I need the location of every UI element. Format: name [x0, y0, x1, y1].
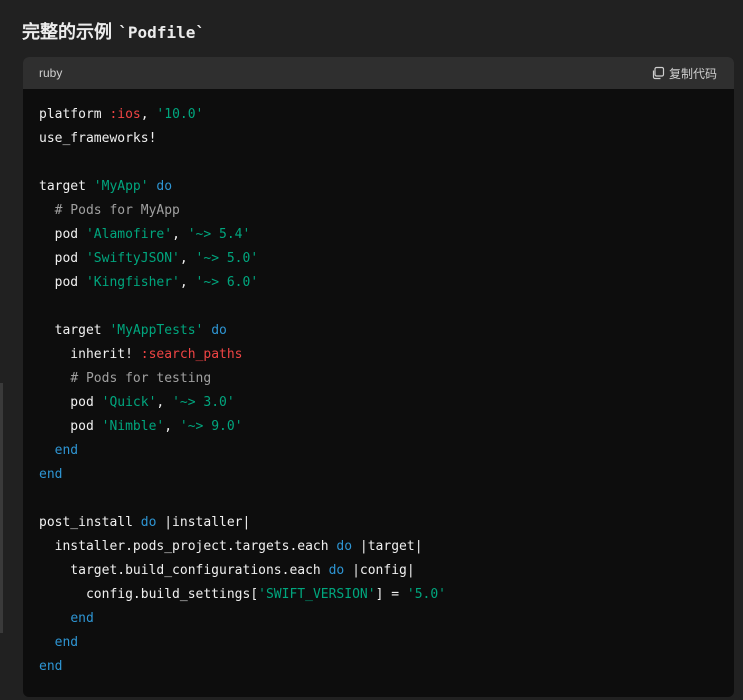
code-token-str: 'Quick' [101, 395, 157, 410]
code-line: end [39, 655, 718, 679]
code-token-plain: installer.pods_project.targets.each [39, 539, 337, 554]
code-line: end [39, 607, 718, 631]
code-line: pod 'SwiftyJSON', '~> 5.0' [39, 247, 718, 271]
code-token-plain: |target| [352, 539, 423, 554]
code-line: end [39, 631, 718, 655]
code-token-kw: do [156, 179, 173, 194]
code-token-plain: pod [39, 251, 86, 266]
code-token-sym: :ios [109, 107, 141, 122]
code-token-plain: config.build_settings[ [39, 587, 259, 602]
code-token-comment: # Pods for MyApp [54, 203, 180, 218]
code-token-kw: do [336, 539, 353, 554]
code-token-plain: use_frameworks! [39, 131, 157, 146]
code-token-plain: ] = [375, 587, 407, 602]
code-token-plain: |config| [344, 563, 415, 578]
code-token-str: '~> 5.4' [187, 227, 251, 242]
code-line: ​ [39, 151, 718, 175]
code-token-str: 'SwiftyJSON' [85, 251, 180, 266]
code-token-plain: , [156, 395, 173, 410]
code-token-plain: pod [39, 395, 102, 410]
heading-code-word: `Podfile` [118, 23, 205, 42]
code-token-plain: target.build_configurations.each [39, 563, 329, 578]
chat-message-page: 完整的示例 `Podfile` ruby 复制代码 platform :ios,… [0, 0, 743, 700]
code-block-header: ruby 复制代码 [23, 57, 734, 89]
code-token-kw: end [39, 467, 63, 482]
copy-code-button[interactable]: 复制代码 [651, 65, 717, 82]
code-line: installer.pods_project.targets.each do |… [39, 535, 718, 559]
code-token-str: 'MyApp' [93, 179, 149, 194]
code-token-str: 'Alamofire' [85, 227, 173, 242]
code-line: pod 'Nimble', '~> 9.0' [39, 415, 718, 439]
code-token-plain: , [179, 251, 196, 266]
sidebar-edge [0, 383, 3, 633]
code-token-str: '~> 5.0' [195, 251, 259, 266]
code-token-sym: :search_paths [140, 347, 243, 362]
code-token-kw: end [54, 443, 79, 458]
code-token-str: '~> 9.0' [179, 419, 243, 434]
code-token-plain: pod [39, 419, 102, 434]
code-token-kw: end [54, 635, 79, 650]
code-token-plain: target [39, 179, 94, 194]
code-token-str: '~> 6.0' [195, 275, 259, 290]
copy-icon [651, 66, 665, 80]
code-line: end [39, 439, 718, 463]
code-token-plain: , [164, 419, 180, 434]
section-heading: 完整的示例 `Podfile` [22, 19, 205, 47]
code-token-plain: , [140, 107, 157, 122]
code-token-str: 'Nimble' [101, 419, 165, 434]
code-line: end [39, 463, 718, 487]
code-language-label: ruby [39, 66, 63, 80]
copy-code-label: 复制代码 [668, 66, 717, 81]
code-token-plain: , [172, 227, 188, 242]
code-token-str: 'Kingfisher' [85, 275, 180, 290]
code-line: platform :ios, '10.0' [39, 103, 718, 127]
code-token-str: '~> 3.0' [172, 395, 235, 410]
code-token-kw: do [140, 515, 157, 530]
code-token-kw: end [39, 659, 63, 674]
code-line: target 'MyApp' do [39, 175, 718, 199]
code-token-plain: |installer| [156, 515, 251, 530]
code-line: pod 'Kingfisher', '~> 6.0' [39, 271, 718, 295]
code-line: # Pods for MyApp [39, 199, 718, 223]
code-token-kw: do [211, 323, 227, 338]
code-line: pod 'Alamofire', '~> 5.4' [39, 223, 718, 247]
code-line: target 'MyAppTests' do [39, 319, 718, 343]
code-token-str: '10.0' [156, 107, 204, 122]
code-token-plain: platform [39, 107, 110, 122]
code-token-plain: post_install [39, 515, 141, 530]
code-content[interactable]: platform :ios, '10.0'use_frameworks!​tar… [23, 89, 734, 679]
code-token-plain: target [39, 323, 110, 338]
code-line: use_frameworks! [39, 127, 718, 151]
code-line: # Pods for testing [39, 367, 718, 391]
code-line: inherit! :search_paths [39, 343, 718, 367]
code-token-kw: end [70, 611, 94, 626]
code-token-plain: , [179, 275, 196, 290]
code-token-kw: do [328, 563, 345, 578]
code-block: ruby 复制代码 platform :ios, '10.0' use_frame… [23, 57, 734, 697]
code-line: post_install do |installer| [39, 511, 718, 535]
code-token-str: 'SWIFT_VERSION' [258, 587, 376, 602]
code-line: ​ [39, 487, 718, 511]
code-token-str: '5.0' [406, 587, 447, 602]
code-token-comment: # Pods for testing [70, 371, 212, 386]
code-line: config.build_settings['SWIFT_VERSION'] =… [39, 583, 718, 607]
code-line: pod 'Quick', '~> 3.0' [39, 391, 718, 415]
code-line: target.build_configurations.each do |con… [39, 559, 718, 583]
code-token-plain: pod [39, 227, 86, 242]
code-token-str: 'MyAppTests' [109, 323, 204, 338]
code-token-plain: inherit! [39, 347, 141, 362]
heading-text: 完整的示例 [22, 22, 119, 43]
code-line: ​ [39, 295, 718, 319]
code-token-plain: pod [39, 275, 86, 290]
